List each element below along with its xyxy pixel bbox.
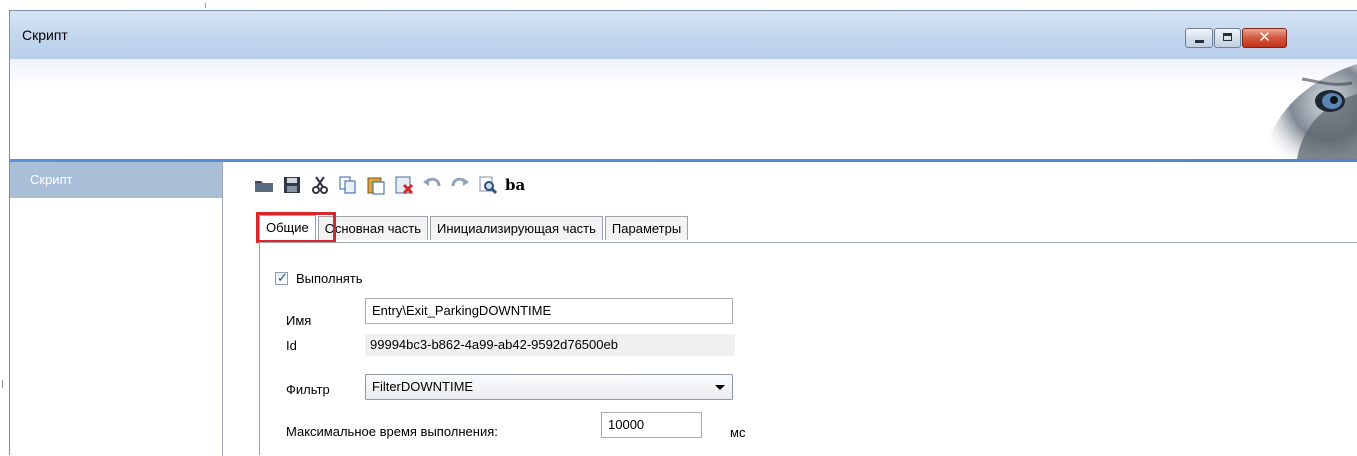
undo-icon[interactable] xyxy=(421,174,443,196)
delete-icon[interactable] xyxy=(393,174,415,196)
chevron-down-icon xyxy=(715,385,725,390)
max-time-field[interactable]: 10000 xyxy=(601,412,702,438)
screen-edge-mark xyxy=(2,380,3,388)
open-folder-icon[interactable] xyxy=(253,174,275,196)
toolbar: ba xyxy=(253,170,533,200)
tab-main-part[interactable]: Основная часть xyxy=(317,216,428,240)
save-icon[interactable] xyxy=(281,174,303,196)
wolf-logo-icon xyxy=(1262,64,1357,159)
tab-panel-border xyxy=(259,242,1357,243)
tab-parameters[interactable]: Параметры xyxy=(604,216,689,240)
tab-main-part-label: Основная часть xyxy=(324,221,421,236)
filter-select[interactable]: FilterDOWNTIME xyxy=(365,374,733,400)
title-bar[interactable]: Скрипт ✕ xyxy=(10,11,1357,59)
tab-general-label: Общие xyxy=(266,220,309,235)
filter-select-value: FilterDOWNTIME xyxy=(372,379,474,394)
text-format-icon[interactable]: ba xyxy=(505,174,527,196)
sidebar: Скрипт xyxy=(10,162,223,456)
find-icon[interactable] xyxy=(477,174,499,196)
max-time-unit: мс xyxy=(730,425,746,440)
max-time-label: Максимальное время выполнения: xyxy=(286,424,498,439)
sidebar-item-script[interactable]: Скрипт xyxy=(10,162,222,198)
tab-general[interactable]: Общие xyxy=(256,212,336,243)
id-value: 99994bc3-b862-4a99-ab42-9592d76500eb xyxy=(365,334,735,356)
execute-checkbox[interactable]: ✓ xyxy=(275,270,288,285)
copy-icon[interactable] xyxy=(337,174,359,196)
screen-top-strip xyxy=(0,0,1357,8)
tab-init-part-label: Инициализирующая часть xyxy=(436,221,596,236)
script-window: Скрипт ✕ Скрипт ba Общие Основная часть … xyxy=(9,10,1357,456)
paste-icon[interactable] xyxy=(365,174,387,196)
tab-init-part[interactable]: Инициализирующая часть xyxy=(429,216,603,240)
tab-panel-left-border xyxy=(259,242,260,455)
tab-parameters-label: Параметры xyxy=(611,221,682,236)
id-label: Id xyxy=(286,338,297,353)
close-button[interactable]: ✕ xyxy=(1242,28,1287,48)
tab-strip: Общие Основная часть Инициализирующая ча… xyxy=(256,212,690,243)
cut-icon[interactable] xyxy=(309,174,331,196)
minimize-icon xyxy=(1195,40,1204,43)
checkmark-icon: ✓ xyxy=(277,270,288,285)
minimize-button[interactable] xyxy=(1185,28,1213,48)
redo-icon[interactable] xyxy=(449,174,471,196)
screen-divider-mark xyxy=(205,3,206,8)
execute-label: Выполнять xyxy=(296,271,363,286)
name-label: Имя xyxy=(286,313,312,328)
name-field[interactable]: Entry\Exit_ParkingDOWNTIME xyxy=(365,298,733,324)
sidebar-item-label: Скрипт xyxy=(30,172,73,187)
maximize-button[interactable] xyxy=(1214,28,1241,48)
close-icon: ✕ xyxy=(1258,29,1271,46)
header-banner xyxy=(10,59,1357,159)
main-content: ba Общие Основная часть Инициализирующая… xyxy=(223,162,1357,455)
maximize-icon xyxy=(1223,33,1232,41)
banner-gradient xyxy=(10,59,1357,159)
filter-label: Фильтр xyxy=(286,382,330,397)
window-title: Скрипт xyxy=(22,27,68,43)
